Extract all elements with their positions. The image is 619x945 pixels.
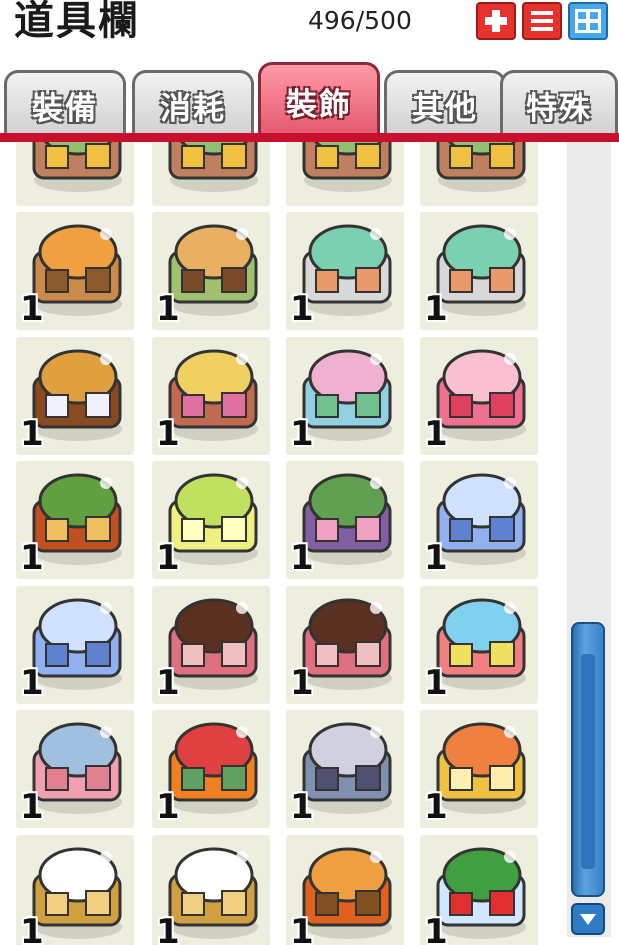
inventory-slot[interactable]: 1 [16, 337, 134, 455]
item-quantity: 1 [156, 538, 180, 578]
item-quantity: 1 [290, 289, 314, 329]
add-button[interactable] [476, 2, 516, 40]
inventory-slot[interactable] [420, 142, 538, 206]
item-quantity: 1 [20, 663, 44, 703]
tab-label: 裝備 [32, 91, 98, 127]
item-quantity: 1 [290, 663, 314, 703]
item-quantity: 1 [424, 663, 448, 703]
inventory-slot[interactable]: 1 [286, 835, 404, 945]
item-quantity: 1 [156, 289, 180, 329]
grid-view-button[interactable] [568, 2, 608, 40]
inventory-slot[interactable]: 1 [286, 710, 404, 828]
item-quantity: 1 [290, 538, 314, 578]
grid-view-icon [575, 9, 601, 33]
inventory-slot[interactable] [16, 142, 134, 206]
slot-count: 496/500 [308, 6, 412, 35]
inventory-slot[interactable]: 1 [16, 212, 134, 330]
item-quantity: 1 [20, 912, 44, 945]
menu-icon [531, 11, 553, 31]
chevron-down-icon [580, 914, 596, 925]
inventory-slot[interactable]: 1 [16, 835, 134, 945]
item-quantity: 1 [424, 912, 448, 945]
item-quantity: 1 [20, 289, 44, 329]
scroll-down-button[interactable] [571, 903, 605, 935]
tab-label: 消耗 [160, 91, 226, 127]
inventory-slot[interactable]: 1 [286, 586, 404, 704]
tab-others[interactable]: 其他 [384, 70, 506, 138]
inventory-slot[interactable]: 1 [152, 461, 270, 579]
inventory-header: 道具欄 496/500 [0, 0, 619, 46]
item-quantity: 1 [156, 787, 180, 827]
item-quantity: 1 [424, 289, 448, 329]
tab-label: 其他 [412, 91, 478, 127]
inventory-title: 道具欄 [14, 0, 140, 44]
inventory-slot[interactable]: 1 [152, 212, 270, 330]
tab-label: 特殊 [526, 91, 592, 127]
inventory-slot[interactable]: 1 [152, 586, 270, 704]
inventory-slot[interactable]: 1 [16, 461, 134, 579]
partial-item-4-icon [436, 142, 526, 192]
inventory-slot[interactable]: 1 [420, 461, 538, 579]
item-quantity: 1 [424, 414, 448, 454]
inventory-slot[interactable]: 1 [420, 835, 538, 945]
item-quantity: 1 [156, 912, 180, 945]
inventory-slot[interactable]: 1 [420, 212, 538, 330]
item-quantity: 1 [290, 912, 314, 945]
tab-consumables[interactable]: 消耗 [132, 70, 254, 138]
tab-decorations[interactable]: 裝飾 [258, 62, 380, 138]
item-quantity: 1 [424, 787, 448, 827]
inventory-panel: 1 1 1 1 1 1 1 1 1 1 1 1 1 1 1 1 1 1 1 1 1 1 1 1 [0, 142, 619, 945]
inventory-slot[interactable]: 1 [152, 710, 270, 828]
inventory-slot[interactable] [286, 142, 404, 206]
scrollbar-thumb[interactable] [571, 622, 605, 897]
item-quantity: 1 [290, 414, 314, 454]
inventory-slot[interactable]: 1 [420, 586, 538, 704]
inventory-slot[interactable]: 1 [286, 212, 404, 330]
inventory-slot[interactable]: 1 [286, 337, 404, 455]
item-quantity: 1 [20, 538, 44, 578]
tab-label: 裝飾 [286, 87, 352, 123]
item-quantity: 1 [156, 414, 180, 454]
inventory-slot[interactable]: 1 [286, 461, 404, 579]
inventory-slot[interactable]: 1 [16, 710, 134, 828]
inventory-slot[interactable]: 1 [420, 337, 538, 455]
menu-button[interactable] [522, 2, 562, 40]
partial-item-3-icon [302, 142, 392, 192]
tab-divider [0, 133, 619, 142]
inventory-slot[interactable]: 1 [152, 337, 270, 455]
item-quantity: 1 [424, 538, 448, 578]
inventory-slot[interactable]: 1 [152, 835, 270, 945]
inventory-slot[interactable]: 1 [16, 586, 134, 704]
item-quantity: 1 [156, 663, 180, 703]
item-quantity: 1 [20, 414, 44, 454]
tab-special[interactable]: 特殊 [500, 70, 618, 138]
inventory-slot[interactable]: 1 [420, 710, 538, 828]
plus-icon [485, 10, 507, 32]
inventory-slot[interactable] [152, 142, 270, 206]
item-quantity: 1 [20, 787, 44, 827]
tab-equipment[interactable]: 裝備 [4, 70, 126, 138]
item-quantity: 1 [290, 787, 314, 827]
partial-item-2-icon [168, 142, 258, 192]
category-tabs: 裝備 消耗 裝飾 其他 特殊 [0, 58, 619, 144]
partial-item-1-icon [32, 142, 122, 192]
